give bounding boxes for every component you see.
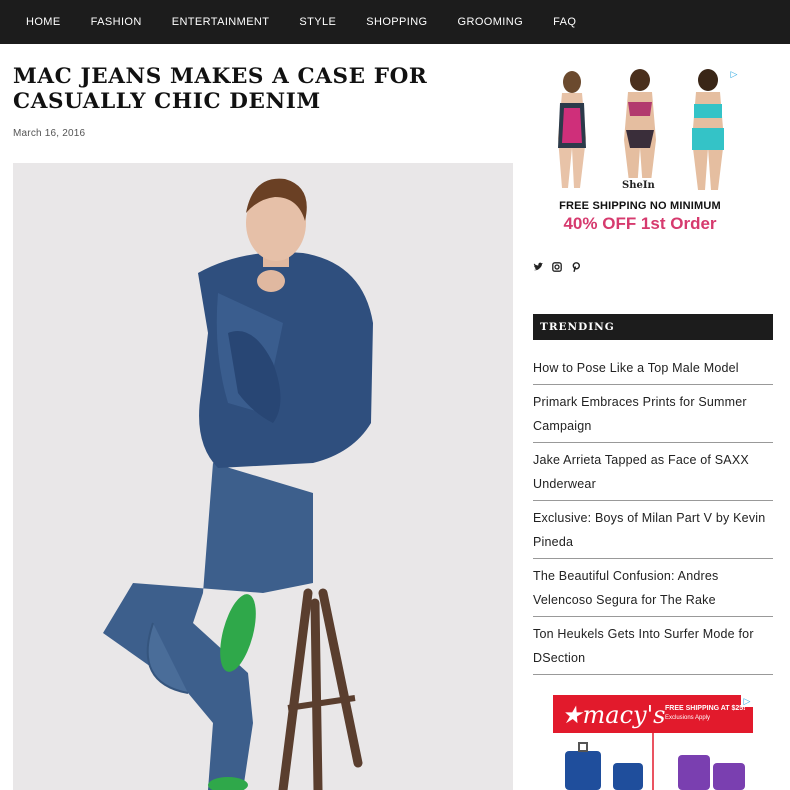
shein-offer-text: 40% OFF 1st Order xyxy=(563,214,717,233)
nav-faq[interactable]: FAQ xyxy=(538,16,591,28)
macys-shipping-text: FREE SHIPPING AT $25! xyxy=(665,705,746,712)
trending-item[interactable]: The Beautiful Confusion: Andres Velencos… xyxy=(533,564,773,617)
shein-logo: SheIn xyxy=(622,180,655,191)
trending-header: TRENDING xyxy=(533,314,773,340)
macys-ad[interactable]: ★macy's FREE SHIPPING AT $25! Exclusions… xyxy=(553,695,753,790)
shein-ad-image xyxy=(540,68,740,198)
shein-shipping-text: FREE SHIPPING NO MINIMUM xyxy=(559,200,721,212)
article-hero-image xyxy=(13,163,513,790)
trending-item[interactable]: Jake Arrieta Tapped as Face of SAXX Unde… xyxy=(533,448,773,501)
social-links xyxy=(533,262,581,274)
article-title: MAC JEANS MAKES A CASE FOR CASUALLY CHIC… xyxy=(13,64,428,114)
nav-fashion[interactable]: FASHION xyxy=(76,16,157,28)
nav-shopping[interactable]: SHOPPING xyxy=(351,16,442,28)
macys-logo: ★macy's xyxy=(561,701,666,729)
luggage-image xyxy=(565,733,745,790)
shein-ad[interactable]: ▷ SheIn FREE SHIPPING NO MINIMUM 40% OFF… xyxy=(540,68,740,238)
top-navigation: HOME FASHION ENTERTAINMENT STYLE SHOPPIN… xyxy=(0,0,790,44)
nav-entertainment[interactable]: ENTERTAINMENT xyxy=(157,16,285,28)
nav-style[interactable]: STYLE xyxy=(284,16,351,28)
pinterest-icon[interactable] xyxy=(571,262,581,274)
trending-item[interactable]: How to Pose Like a Top Male Model xyxy=(533,356,773,385)
adchoices-icon[interactable]: ▷ xyxy=(741,695,753,707)
nav-grooming[interactable]: GROOMING xyxy=(443,16,539,28)
trending-item[interactable]: Primark Embraces Prints for Summer Campa… xyxy=(533,390,773,443)
macys-exclusions-text: Exclusions Apply xyxy=(665,715,711,721)
trending-item[interactable]: Exclusive: Boys of Milan Part V by Kevin… xyxy=(533,506,773,559)
article-date: March 16, 2016 xyxy=(13,128,86,139)
trending-item[interactable]: Ton Heukels Gets Into Surfer Mode for DS… xyxy=(533,622,773,675)
adchoices-icon[interactable]: ▷ xyxy=(728,68,740,80)
trending-list: How to Pose Like a Top Male Model Primar… xyxy=(533,356,773,680)
twitter-icon[interactable] xyxy=(533,262,543,274)
nav-home[interactable]: HOME xyxy=(0,16,76,28)
trending-title: TRENDING xyxy=(540,321,615,333)
instagram-icon[interactable] xyxy=(552,262,562,274)
